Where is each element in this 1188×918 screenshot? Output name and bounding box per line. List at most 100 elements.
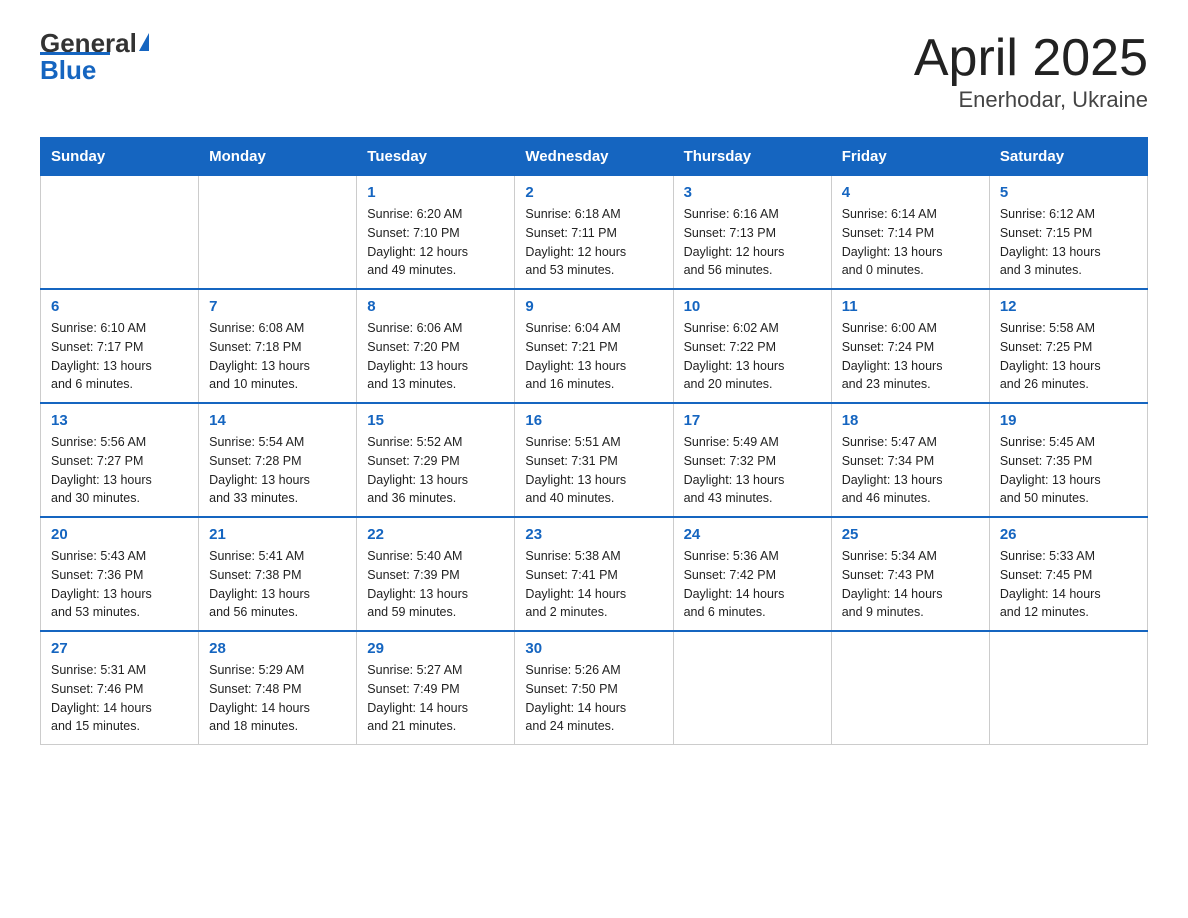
calendar-cell: 27Sunrise: 5:31 AM Sunset: 7:46 PM Dayli…	[41, 631, 199, 745]
calendar-cell: 12Sunrise: 5:58 AM Sunset: 7:25 PM Dayli…	[989, 289, 1147, 403]
day-info: Sunrise: 5:27 AM Sunset: 7:49 PM Dayligh…	[367, 661, 504, 736]
day-info: Sunrise: 5:34 AM Sunset: 7:43 PM Dayligh…	[842, 547, 979, 622]
calendar-cell: 25 Sunrise: 5:34 AM Sunset: 7:43 PM Dayli…	[831, 517, 989, 631]
day-info: Sunrise: 6:02 AM Sunset: 7:22 PM Dayligh…	[684, 319, 821, 394]
calendar-cell: 2 Sunrise: 6:18 AM Sunset: 7:11 PM Daylig…	[515, 176, 673, 290]
logo-blue-text: Blue	[40, 55, 96, 86]
header-friday: Friday	[831, 138, 989, 176]
calendar-table: SundayMondayTuesdayWednesdayThursdayFrid…	[40, 137, 1148, 745]
calendar-cell: 29 Sunrise: 5:27 AM Sunset: 7:49 PM Dayli…	[357, 631, 515, 745]
calendar-cell: 1 Sunrise: 6:20 AM Sunset: 7:10 PM Daylig…	[357, 176, 515, 290]
day-number: 2	[525, 184, 662, 201]
day-info: Sunrise: 5:45 AM Sunset: 7:35 PM Dayligh…	[1000, 433, 1137, 508]
day-number: 18	[842, 412, 979, 429]
day-number: 1	[367, 184, 504, 201]
day-info: Sunrise: 6:04 AM Sunset: 7:21 PM Dayligh…	[525, 319, 662, 394]
day-number: 25	[842, 526, 979, 543]
calendar-cell: 17 Sunrise: 5:49 AM Sunset: 7:32 PM Dayli…	[673, 403, 831, 517]
calendar-cell: 16 Sunrise: 5:51 AM Sunset: 7:31 PM Dayli…	[515, 403, 673, 517]
day-info: Sunrise: 5:38 AM Sunset: 7:41 PM Dayligh…	[525, 547, 662, 622]
day-number: 3	[684, 184, 821, 201]
calendar-cell: 11 Sunrise: 6:00 AM Sunset: 7:24 PM Dayli…	[831, 289, 989, 403]
calendar-week-row: 6Sunrise: 6:10 AM Sunset: 7:17 PM Daylig…	[41, 289, 1148, 403]
calendar-cell: 18 Sunrise: 5:47 AM Sunset: 7:34 PM Dayli…	[831, 403, 989, 517]
calendar-subtitle: Enerhodar, Ukraine	[914, 87, 1148, 113]
calendar-cell: 5Sunrise: 6:12 AM Sunset: 7:15 PM Daylig…	[989, 176, 1147, 290]
day-info: Sunrise: 5:56 AM Sunset: 7:27 PM Dayligh…	[51, 433, 188, 508]
header-saturday: Saturday	[989, 138, 1147, 176]
day-number: 16	[525, 412, 662, 429]
day-info: Sunrise: 6:10 AM Sunset: 7:17 PM Dayligh…	[51, 319, 188, 394]
calendar-week-row: 1 Sunrise: 6:20 AM Sunset: 7:10 PM Daylig…	[41, 176, 1148, 290]
day-number: 15	[367, 412, 504, 429]
day-info: Sunrise: 6:12 AM Sunset: 7:15 PM Dayligh…	[1000, 205, 1137, 280]
day-number: 23	[525, 526, 662, 543]
day-info: Sunrise: 5:41 AM Sunset: 7:38 PM Dayligh…	[209, 547, 346, 622]
day-number: 21	[209, 526, 346, 543]
header-tuesday: Tuesday	[357, 138, 515, 176]
day-info: Sunrise: 5:33 AM Sunset: 7:45 PM Dayligh…	[1000, 547, 1137, 622]
day-number: 12	[1000, 298, 1137, 315]
calendar-cell: 24 Sunrise: 5:36 AM Sunset: 7:42 PM Dayli…	[673, 517, 831, 631]
calendar-cell: 13 Sunrise: 5:56 AM Sunset: 7:27 PM Dayli…	[41, 403, 199, 517]
day-number: 22	[367, 526, 504, 543]
day-info: Sunrise: 6:18 AM Sunset: 7:11 PM Dayligh…	[525, 205, 662, 280]
calendar-cell: 15 Sunrise: 5:52 AM Sunset: 7:29 PM Dayli…	[357, 403, 515, 517]
calendar-week-row: 13 Sunrise: 5:56 AM Sunset: 7:27 PM Dayli…	[41, 403, 1148, 517]
calendar-title: April 2025	[914, 30, 1148, 87]
calendar-cell: 10 Sunrise: 6:02 AM Sunset: 7:22 PM Dayli…	[673, 289, 831, 403]
day-number: 24	[684, 526, 821, 543]
logo: General Blue	[40, 30, 149, 86]
calendar-cell: 14 Sunrise: 5:54 AM Sunset: 7:28 PM Dayli…	[199, 403, 357, 517]
day-info: Sunrise: 6:16 AM Sunset: 7:13 PM Dayligh…	[684, 205, 821, 280]
day-info: Sunrise: 5:47 AM Sunset: 7:34 PM Dayligh…	[842, 433, 979, 508]
calendar-cell: 6Sunrise: 6:10 AM Sunset: 7:17 PM Daylig…	[41, 289, 199, 403]
header-monday: Monday	[199, 138, 357, 176]
day-number: 26	[1000, 526, 1137, 543]
day-info: Sunrise: 6:20 AM Sunset: 7:10 PM Dayligh…	[367, 205, 504, 280]
day-number: 19	[1000, 412, 1137, 429]
day-info: Sunrise: 6:14 AM Sunset: 7:14 PM Dayligh…	[842, 205, 979, 280]
day-number: 17	[684, 412, 821, 429]
calendar-cell	[199, 176, 357, 290]
calendar-cell	[41, 176, 199, 290]
calendar-cell: 20Sunrise: 5:43 AM Sunset: 7:36 PM Dayli…	[41, 517, 199, 631]
day-number: 20	[51, 526, 188, 543]
day-info: Sunrise: 5:26 AM Sunset: 7:50 PM Dayligh…	[525, 661, 662, 736]
day-number: 10	[684, 298, 821, 315]
calendar-cell: 21 Sunrise: 5:41 AM Sunset: 7:38 PM Dayli…	[199, 517, 357, 631]
title-block: April 2025 Enerhodar, Ukraine	[914, 30, 1148, 113]
day-info: Sunrise: 5:54 AM Sunset: 7:28 PM Dayligh…	[209, 433, 346, 508]
day-number: 4	[842, 184, 979, 201]
day-number: 14	[209, 412, 346, 429]
calendar-cell: 28Sunrise: 5:29 AM Sunset: 7:48 PM Dayli…	[199, 631, 357, 745]
calendar-header-row: SundayMondayTuesdayWednesdayThursdayFrid…	[41, 138, 1148, 176]
calendar-cell: 30 Sunrise: 5:26 AM Sunset: 7:50 PM Dayli…	[515, 631, 673, 745]
calendar-cell: 23 Sunrise: 5:38 AM Sunset: 7:41 PM Dayli…	[515, 517, 673, 631]
day-info: Sunrise: 5:51 AM Sunset: 7:31 PM Dayligh…	[525, 433, 662, 508]
calendar-cell: 8Sunrise: 6:06 AM Sunset: 7:20 PM Daylig…	[357, 289, 515, 403]
calendar-cell: 26 Sunrise: 5:33 AM Sunset: 7:45 PM Dayli…	[989, 517, 1147, 631]
day-info: Sunrise: 6:00 AM Sunset: 7:24 PM Dayligh…	[842, 319, 979, 394]
page-header: General Blue April 2025 Enerhodar, Ukrai…	[40, 30, 1148, 113]
calendar-cell: 9 Sunrise: 6:04 AM Sunset: 7:21 PM Daylig…	[515, 289, 673, 403]
day-number: 9	[525, 298, 662, 315]
day-info: Sunrise: 5:29 AM Sunset: 7:48 PM Dayligh…	[209, 661, 346, 736]
header-sunday: Sunday	[41, 138, 199, 176]
day-info: Sunrise: 6:08 AM Sunset: 7:18 PM Dayligh…	[209, 319, 346, 394]
day-info: Sunrise: 5:36 AM Sunset: 7:42 PM Dayligh…	[684, 547, 821, 622]
day-number: 13	[51, 412, 188, 429]
calendar-week-row: 20Sunrise: 5:43 AM Sunset: 7:36 PM Dayli…	[41, 517, 1148, 631]
day-number: 30	[525, 640, 662, 657]
day-info: Sunrise: 5:40 AM Sunset: 7:39 PM Dayligh…	[367, 547, 504, 622]
day-number: 7	[209, 298, 346, 315]
day-info: Sunrise: 5:52 AM Sunset: 7:29 PM Dayligh…	[367, 433, 504, 508]
day-number: 29	[367, 640, 504, 657]
calendar-cell: 7 Sunrise: 6:08 AM Sunset: 7:18 PM Daylig…	[199, 289, 357, 403]
header-wednesday: Wednesday	[515, 138, 673, 176]
header-thursday: Thursday	[673, 138, 831, 176]
calendar-cell: 22 Sunrise: 5:40 AM Sunset: 7:39 PM Dayli…	[357, 517, 515, 631]
day-info: Sunrise: 5:49 AM Sunset: 7:32 PM Dayligh…	[684, 433, 821, 508]
logo-triangle-icon	[139, 33, 149, 51]
day-number: 11	[842, 298, 979, 315]
